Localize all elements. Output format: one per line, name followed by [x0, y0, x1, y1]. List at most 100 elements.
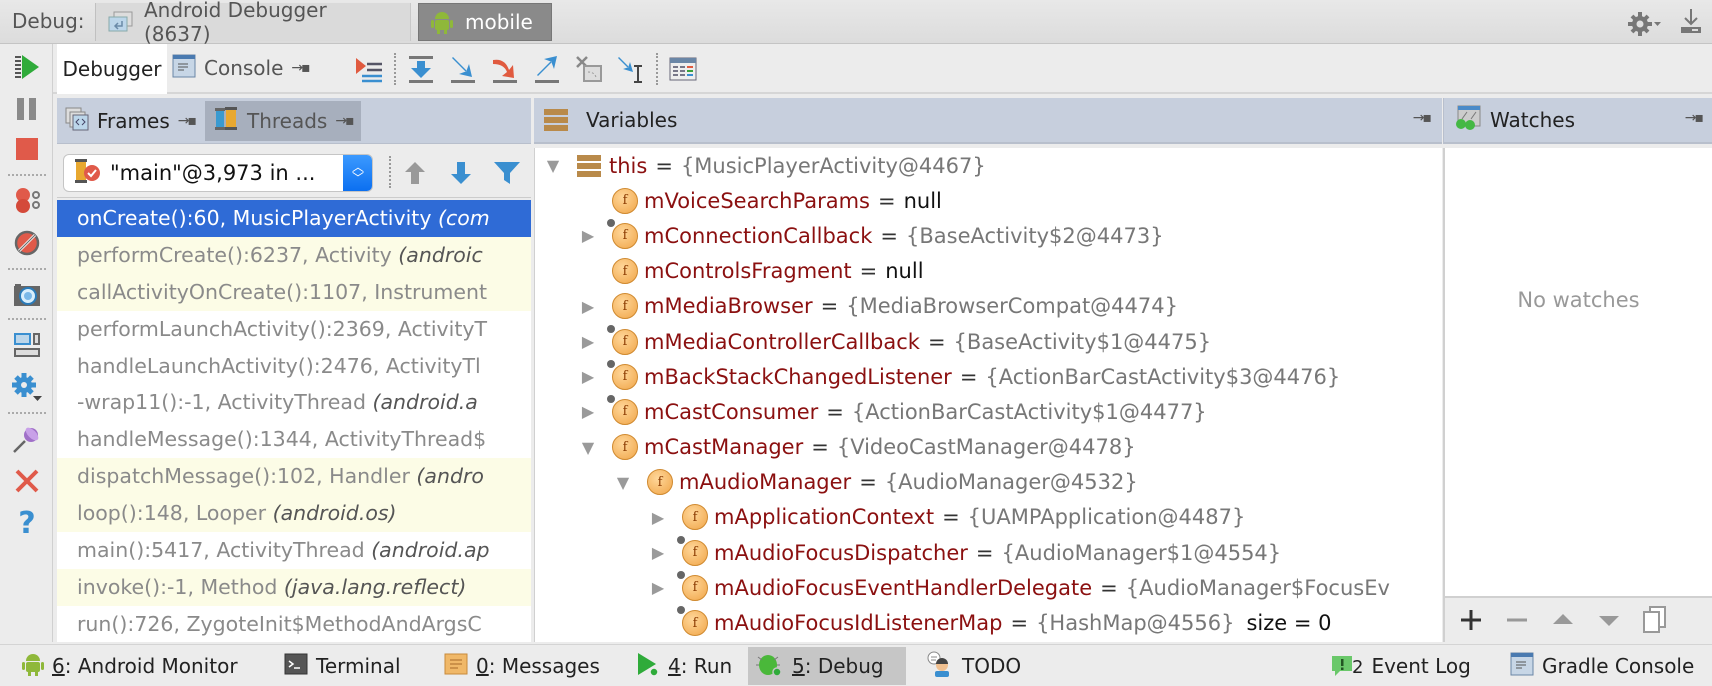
expand-arrow-icon[interactable]: ▶ — [578, 367, 598, 386]
frame-row[interactable]: loop():148, Looper (android.os) — [57, 495, 531, 533]
move-up-icon[interactable] — [1549, 606, 1577, 634]
tool-gradle-console[interactable]: Gradle Console — [1502, 647, 1702, 685]
resume-icon[interactable] — [10, 50, 44, 84]
frame-row[interactable]: invoke():-1, Method (java.lang.reflect) — [57, 568, 531, 606]
hide-icon[interactable] — [1680, 8, 1702, 39]
tool-todo[interactable]: TODO — [918, 647, 1029, 685]
next-frame-icon[interactable] — [443, 156, 479, 190]
evaluate-expression-icon[interactable] — [662, 52, 704, 86]
frame-row[interactable]: main():5417, ActivityThread (android.ap — [57, 532, 531, 569]
expand-arrow-icon[interactable]: ▶ — [578, 297, 598, 316]
variable-row[interactable]: f mControlsFragment = null — [535, 254, 1442, 289]
tab-frames[interactable]: Frames →▪ — [65, 101, 197, 141]
step-over-icon[interactable] — [400, 52, 442, 86]
expand-arrow-icon[interactable]: ▶ — [648, 508, 668, 527]
frame-row[interactable]: dispatchMessage():102, Handler (andro — [57, 458, 531, 496]
frame-package: (java.lang.reflect) — [283, 574, 467, 599]
filter-icon[interactable] — [489, 156, 525, 190]
pin-tab-icon[interactable]: →▪ — [1413, 110, 1432, 126]
variable-row[interactable]: ▼ f mAudioManager = {AudioManager@4532} — [535, 465, 1442, 500]
frame-method: handleMessage():1344, ActivityThread$ — [77, 427, 487, 452]
variable-row[interactable]: ▼ this = {MusicPlayerActivity@4467} — [535, 148, 1442, 183]
frame-package: (com — [437, 206, 490, 230]
variable-row[interactable]: ▶ f mMediaBrowser = {MediaBrowserCompat@4474… — [535, 289, 1442, 324]
frame-row[interactable]: handleMessage():1344, ActivityThread$ — [57, 421, 531, 458]
variable-row[interactable]: ▶ f mApplicationContext = {UAMPApplication@4… — [535, 500, 1442, 535]
expand-arrow-icon[interactable]: ▶ — [648, 578, 668, 597]
step-out-icon[interactable] — [526, 52, 568, 86]
tab-debugger[interactable]: Debugger — [57, 44, 167, 94]
dropdown-stepper-icon[interactable]: ︿ ﹀ — [343, 155, 372, 191]
tab-console[interactable]: Console →▪ — [172, 50, 311, 86]
gear-icon[interactable] — [1628, 11, 1662, 37]
tab-threads[interactable]: Threads →▪ — [205, 101, 361, 141]
pin-tab-icon[interactable]: →▪ — [178, 113, 197, 129]
variable-row[interactable]: ▶ f mAudioFocusEventHandlerDelegate = {Audio… — [535, 570, 1442, 605]
step-into-icon[interactable] — [442, 52, 484, 86]
frame-row[interactable]: performLaunchActivity():2369, ActivityT — [57, 311, 531, 348]
tab-label: Debugger — [62, 57, 162, 81]
collapse-arrow-icon[interactable]: ▼ — [578, 438, 598, 457]
variable-row[interactable]: ▶ f mMediaControllerCallback = {BaseActivity… — [535, 324, 1442, 359]
mute-breakpoints-icon[interactable] — [10, 226, 44, 260]
force-step-into-icon[interactable] — [484, 52, 526, 86]
variable-row[interactable]: f mVoiceSearchParams = null — [535, 183, 1442, 218]
tool-terminal[interactable]: Terminal — [276, 647, 409, 685]
frame-row[interactable]: run():726, ZygoteInit$MethodAndArgsC — [57, 606, 531, 642]
variable-row[interactable]: ▶ f mBackStackChangedListener = {ActionBarCa… — [535, 359, 1442, 394]
settings-icon[interactable] — [10, 370, 44, 404]
expand-arrow-icon[interactable]: ▶ — [578, 226, 598, 245]
collapse-arrow-icon[interactable]: ▼ — [543, 156, 563, 175]
frame-method: onCreate():60, MusicPlayerActivity — [77, 206, 438, 230]
run-to-cursor-icon[interactable] — [610, 52, 652, 86]
tool-android-monitor[interactable]: 6: Android Monitor — [14, 647, 246, 685]
show-execution-point-icon[interactable] — [348, 52, 390, 86]
get-thread-dump-icon[interactable] — [10, 278, 44, 312]
expand-arrow-icon[interactable]: ▶ — [578, 332, 598, 351]
thread-selector[interactable]: "main"@3,973 in ... ︿ ﹀ — [63, 154, 373, 192]
restore-layout-icon[interactable] — [10, 328, 44, 362]
drop-frame-icon[interactable] — [568, 52, 610, 86]
tool-debug[interactable]: 5: Debug — [748, 647, 906, 685]
frame-row[interactable]: performCreate():6237, Activity (androic — [57, 236, 531, 274]
variable-row[interactable]: ▼ f mCastManager = {VideoCastManager@4478} — [535, 430, 1442, 465]
frame-row[interactable]: onCreate():60, MusicPlayerActivity (com — [57, 200, 531, 237]
add-watch-icon[interactable] — [1457, 606, 1485, 634]
pin-icon[interactable] — [10, 422, 44, 456]
pin-tab-icon[interactable]: →▪ — [1685, 110, 1704, 126]
frame-row[interactable]: handleLaunchActivity():2476, ActivityTl — [57, 348, 531, 385]
expand-arrow-icon[interactable]: ▶ — [578, 402, 598, 421]
close-icon[interactable] — [10, 464, 44, 498]
collapse-arrow-icon[interactable]: ▼ — [613, 473, 633, 492]
duplicate-watch-icon[interactable] — [1641, 606, 1669, 634]
pin-tab-icon[interactable]: →▪ — [335, 113, 354, 129]
view-breakpoints-icon[interactable] — [10, 184, 44, 218]
help-icon[interactable]: ? — [10, 506, 44, 541]
tool-label: 5: Debug — [792, 654, 884, 678]
tool-run[interactable]: 4: Run — [628, 647, 740, 685]
frame-package: (andro — [416, 464, 484, 489]
frame-row[interactable]: callActivityOnCreate():1107, Instrument — [57, 273, 531, 311]
variable-row[interactable]: ▶ f mAudioFocusDispatcher = {AudioManager$1@… — [535, 535, 1442, 570]
toolbar-separator — [394, 53, 396, 85]
variable-row[interactable]: ▶ f mCastConsumer = {ActionBarCastActivity$1… — [535, 394, 1442, 429]
session-tab-mobile[interactable]: mobile — [418, 3, 552, 41]
pin-tab-icon[interactable]: →▪ — [291, 60, 310, 76]
previous-frame-icon[interactable] — [397, 156, 433, 190]
variable-row[interactable]: f mAudioFocusIdListenerMap = {HashMap@4556}… — [535, 605, 1442, 640]
terminal-icon — [284, 652, 308, 681]
move-down-icon[interactable] — [1595, 606, 1623, 634]
frame-row[interactable]: -wrap11():-1, ActivityThread (android.a — [57, 384, 531, 421]
field-icon: f — [647, 469, 673, 496]
session-tab-android-debugger[interactable]: Android Debugger (8637) — [95, 0, 411, 46]
variable-row[interactable]: ▶ f mConnectionCallback = {BaseActivity$2@44… — [535, 218, 1442, 253]
expand-arrow-icon[interactable]: ▶ — [648, 543, 668, 562]
tool-window-bar: 6: Android Monitor Terminal 0: Messages … — [0, 644, 1712, 686]
remove-watch-icon[interactable] — [1503, 606, 1531, 634]
stop-icon[interactable] — [10, 132, 44, 166]
variable-value: {ActionBarCastActivity$3@4476} — [985, 364, 1341, 389]
tool-messages[interactable]: 0: Messages — [436, 647, 608, 685]
tool-event-log[interactable]: 2 Event Log — [1322, 647, 1479, 685]
pause-icon[interactable] — [10, 92, 44, 126]
object-icon — [577, 154, 601, 177]
